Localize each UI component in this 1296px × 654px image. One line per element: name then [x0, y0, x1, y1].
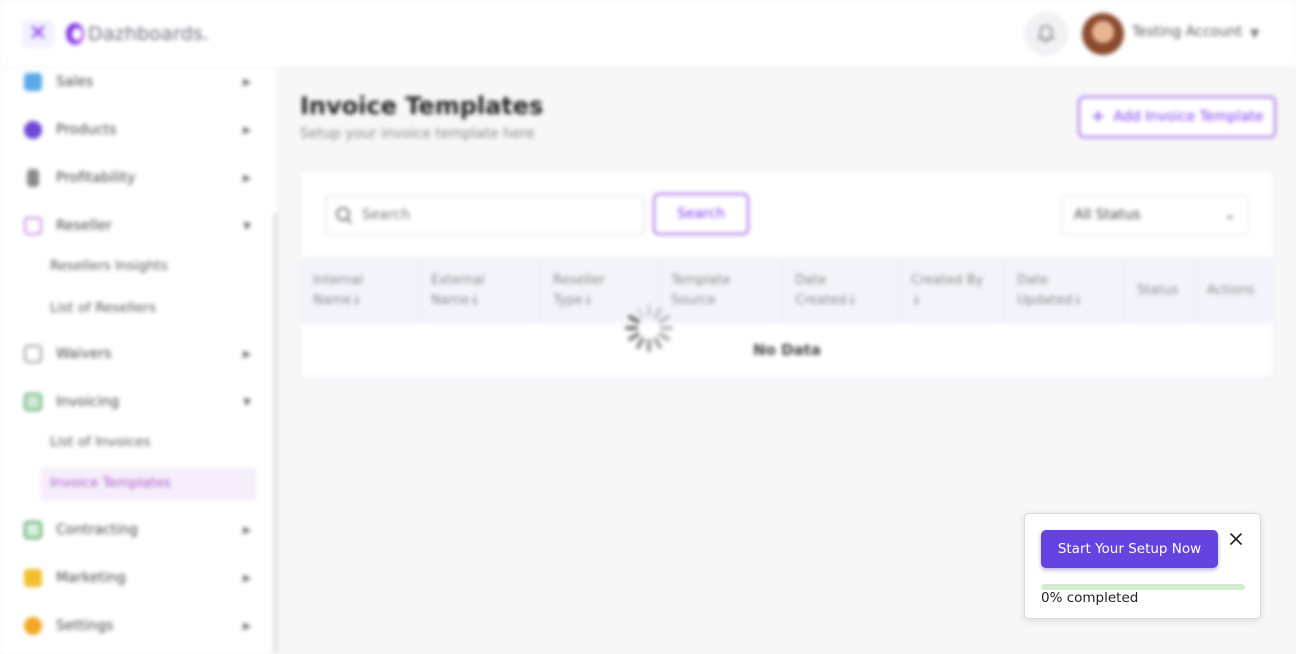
setup-widget: Start Your Setup Now 0% completed — [1024, 513, 1261, 619]
chevron-right-icon: ▶ — [243, 620, 251, 632]
sidebar-subitem-resellers-insights[interactable]: Resellers Insights — [50, 258, 168, 274]
search-input[interactable] — [362, 207, 622, 223]
sidebar-item-label: Profitability — [56, 170, 136, 186]
sidebar-subitem-list-of-resellers[interactable]: List of Resellers — [50, 300, 156, 316]
sidebar-item-profitability[interactable]: Profitability ▶ — [24, 164, 254, 192]
sidebar-subitem-label: Invoice Templates — [50, 475, 172, 491]
inbox-icon — [24, 217, 42, 235]
page-subtitle: Setup your invoice template here — [300, 126, 535, 142]
sidebar-item-label: Waivers — [56, 346, 112, 362]
chevron-down-icon[interactable]: ▼ — [1250, 26, 1259, 40]
megaphone-icon — [24, 569, 42, 587]
templates-card: Search All Status ⌄ Internal Name↓ Exter… — [300, 170, 1274, 378]
add-button-label: Add Invoice Template — [1113, 109, 1264, 125]
add-invoice-template-button[interactable]: + Add Invoice Template — [1078, 96, 1276, 138]
status-filter-value: All Status — [1074, 207, 1141, 223]
sidebar-item-settings[interactable]: Settings ▶ — [24, 612, 254, 640]
clipboard-icon — [24, 345, 42, 363]
chevron-down-icon: ⌄ — [1224, 207, 1236, 223]
sidebar-item-sales[interactable]: Sales ▶ — [24, 68, 254, 96]
page-title: Invoice Templates — [300, 92, 544, 120]
contract-icon — [24, 521, 42, 539]
chart-icon — [24, 73, 42, 91]
gear-icon — [24, 617, 42, 635]
account-name[interactable]: Testing Account — [1132, 24, 1242, 40]
close-app-icon[interactable]: ✕ — [22, 20, 54, 48]
logo-mark-icon — [66, 23, 84, 45]
chevron-right-icon: ▶ — [243, 524, 251, 536]
search-button[interactable]: Search — [653, 193, 749, 235]
sidebar-item-label: Reseller — [56, 218, 112, 234]
empty-state-text: No Data — [753, 341, 821, 359]
setup-progress-text: 0% completed — [1041, 590, 1139, 606]
sidebar-scrollbar[interactable] — [273, 213, 277, 653]
invoice-icon — [24, 393, 42, 411]
sidebar-item-label: Settings — [56, 618, 114, 634]
sidebar-item-products[interactable]: Products ▶ — [24, 116, 254, 144]
chevron-down-icon: ▼ — [243, 396, 251, 408]
sidebar: Sales ▶ Products ▶ Profitability ▶ Resel… — [0, 68, 278, 654]
column-header-created-by[interactable]: Created By ↓ — [899, 257, 1005, 323]
sidebar-item-label: Products — [56, 122, 117, 138]
start-setup-button[interactable]: Start Your Setup Now — [1041, 530, 1218, 568]
sidebar-item-waivers[interactable]: Waivers ▶ — [24, 340, 254, 368]
avatar[interactable] — [1082, 13, 1124, 55]
sidebar-item-marketing[interactable]: Marketing ▶ — [24, 564, 254, 592]
loading-spinner-icon — [623, 302, 675, 354]
column-header-internal-name[interactable]: Internal Name↓ — [301, 257, 419, 323]
chevron-down-icon: ▼ — [243, 220, 251, 232]
sidebar-subitem-list-of-invoices[interactable]: List of Invoices — [50, 434, 151, 450]
search-box — [325, 195, 645, 235]
table-header: Internal Name↓ External Name↓ Reseller T… — [301, 257, 1273, 323]
chevron-right-icon: ▶ — [243, 124, 251, 136]
cube-icon — [24, 121, 42, 139]
column-header-date-created[interactable]: Date Created↓ — [783, 257, 899, 323]
sidebar-item-invoicing[interactable]: Invoicing ▼ — [24, 388, 254, 416]
chevron-right-icon: ▶ — [243, 172, 251, 184]
notification-bell-icon[interactable] — [1024, 12, 1068, 56]
column-header-status: Status — [1125, 257, 1195, 323]
search-icon — [336, 207, 352, 223]
status-filter-select[interactable]: All Status ⌄ — [1061, 195, 1249, 235]
sidebar-item-contracting[interactable]: Contracting ▶ — [24, 516, 254, 544]
top-bar: ✕ Dazhboards. Testing Account ▼ — [0, 0, 1296, 68]
logo-text: Dazhboards. — [88, 23, 210, 45]
chevron-right-icon: ▶ — [243, 572, 251, 584]
sidebar-item-reseller[interactable]: Reseller ▼ — [24, 212, 254, 240]
column-header-actions: Actions — [1207, 283, 1255, 298]
plus-icon: + — [1090, 106, 1106, 127]
sidebar-item-label: Contracting — [56, 522, 138, 538]
chevron-right-icon: ▶ — [243, 348, 251, 360]
sidebar-subitem-invoice-templates[interactable]: Invoice Templates — [40, 467, 257, 501]
chevron-right-icon: ▶ — [243, 76, 251, 88]
sidebar-item-label: Marketing — [56, 570, 126, 586]
lock-icon — [27, 169, 39, 187]
sidebar-item-label: Invoicing — [56, 394, 120, 410]
column-header-date-updated[interactable]: Date Updated↓ — [1005, 257, 1125, 323]
logo: Dazhboards. — [66, 20, 209, 48]
close-icon[interactable] — [1225, 528, 1247, 550]
column-header-template-source: Template Source — [659, 257, 783, 323]
sidebar-item-label: Sales — [56, 74, 94, 90]
column-header-external-name[interactable]: External Name↓ — [419, 257, 541, 323]
